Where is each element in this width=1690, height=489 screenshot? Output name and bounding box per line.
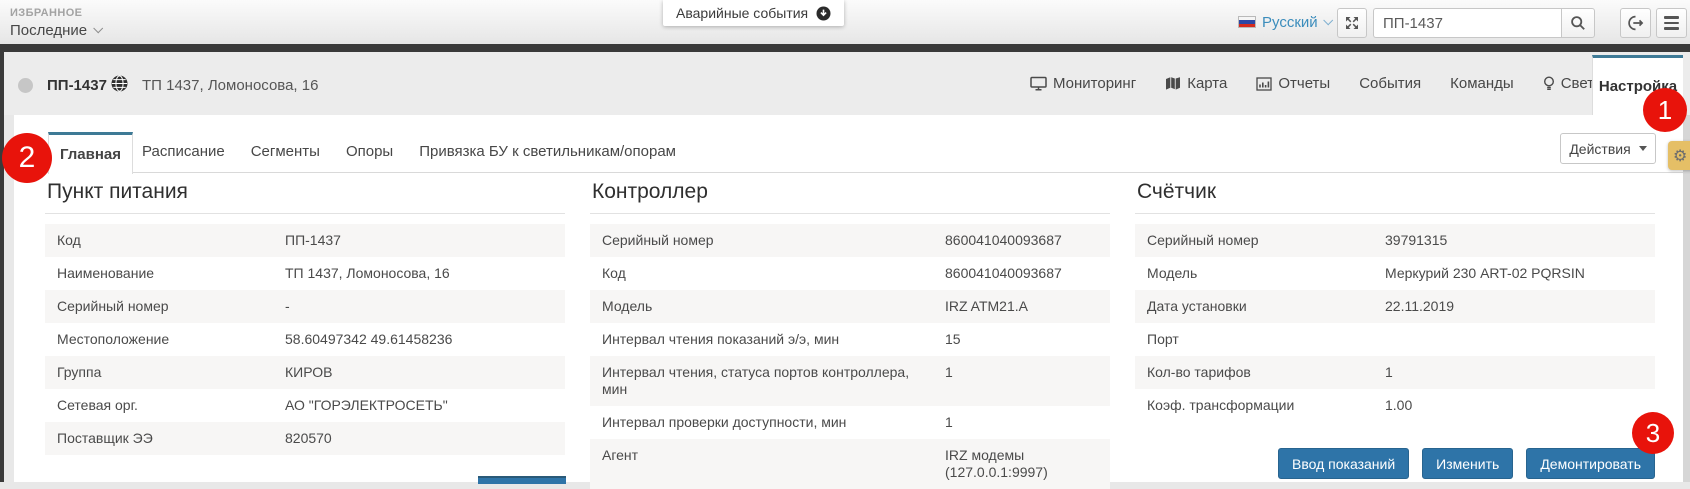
table-row: Серийный номер - [45,290,565,323]
topbar: ИЗБРАННОЕ Последние Аварийные события Ру… [0,0,1690,44]
tab-schedule[interactable]: Расписание [142,143,225,160]
table-row: Серийный номер 39791315 [1135,224,1655,257]
tab-segments[interactable]: Сегменты [251,143,320,160]
dismantle-button[interactable]: Демонтировать [1526,448,1655,479]
settings-gear-button[interactable]: ⚙ [1668,141,1690,170]
favorites-label: ИЗБРАННОЕ [10,7,101,19]
nav-map[interactable]: Карта [1165,75,1227,92]
alarm-events-popup[interactable]: Аварийные события [663,0,844,26]
favorites-block: ИЗБРАННОЕ Последние [10,7,101,39]
nav-reports[interactable]: Отчеты [1256,75,1330,92]
lightbulb-icon [1543,76,1555,92]
caret-down-icon [1639,146,1647,151]
section-controller: Контроллер Серийный номер 86004104009368… [590,180,1110,489]
menu-button[interactable] [1656,8,1687,38]
table-row: Поставщик ЭЭ 820570 [45,422,565,455]
top-divider-strip [0,44,1690,52]
settings-tabs-row: Главная Расписание Сегменты Опоры Привяз… [14,115,1683,173]
step-badge-1: 1 [1643,88,1687,132]
table-row: Кол-во тарифов 1 [1135,356,1655,389]
edit-button-clipped[interactable] [478,476,566,484]
step-badge-2: 2 [2,133,52,183]
circle-arrow-down-icon [816,6,831,21]
tab-binding[interactable]: Привязка БУ к светильникам/опорам [419,143,676,160]
fullscreen-button[interactable] [1337,8,1367,38]
report-chart-icon [1256,77,1272,91]
step-badge-3: 3 [1632,412,1674,454]
chevron-down-icon [93,23,103,33]
russian-flag-icon [1238,16,1256,28]
table-row: Интервал чтения показаний э/э, мин 15 [590,323,1110,356]
expand-arrows-icon [1344,15,1360,31]
language-label: Русский [1262,14,1318,31]
gear-icon: ⚙ [1673,148,1687,164]
search-button[interactable] [1561,8,1595,38]
section-title: Контроллер [590,180,1110,214]
nav-commands[interactable]: Команды [1450,75,1514,92]
chevron-down-icon [1323,15,1333,25]
table-row: Интервал проверки доступности, мин 1 [590,406,1110,439]
left-edge-rail [0,52,4,482]
status-dot [18,78,33,93]
hamburger-icon [1664,16,1679,18]
table-row: Серийный номер 860041040093687 [590,224,1110,257]
table-row: Дата установки 22.11.2019 [1135,290,1655,323]
table-row: Модель IRZ ATM21.A [590,290,1110,323]
search-group [1373,8,1595,38]
logout-button[interactable] [1620,8,1651,38]
section-meter: Счётчик Серийный номер 39791315 Модель М… [1135,180,1655,479]
monitor-icon [1030,76,1047,91]
object-address: ТП 1437, Ломоносова, 16 [142,77,318,94]
recent-label: Последние [10,22,87,39]
search-icon [1570,15,1586,31]
table-row: Интервал чтения, статуса портов контролл… [590,356,1110,406]
alarm-events-label: Аварийные события [676,5,808,21]
edit-button[interactable]: Изменить [1422,448,1513,479]
section-title: Счётчик [1135,180,1655,214]
sign-out-icon [1627,15,1644,31]
tab-main[interactable]: Главная [48,132,133,174]
object-nav: Мониторинг Карта Отчеты События Команды … [1030,52,1651,115]
table-row: Местоположение 58.60497342 49.61458236 [45,323,565,356]
nav-monitoring[interactable]: Мониторинг [1030,75,1136,92]
object-code: ПП-1437 [47,77,107,94]
recent-dropdown[interactable]: Последние [10,22,101,39]
actions-dropdown-button[interactable]: Действия [1560,133,1656,164]
table-row: Порт [1135,323,1655,356]
nav-events[interactable]: События [1359,75,1421,92]
tab-poles[interactable]: Опоры [346,143,393,160]
table-row: Сетевая орг. АО "ГОРЭЛЕКТРОСЕТЬ" [45,389,565,422]
table-row: Модель Меркурий 230 ART-02 PQRSIN [1135,257,1655,290]
section-power-point: Пункт питания Код ПП-1437 Наименование Т… [45,180,565,455]
globe-icon[interactable] [111,75,128,92]
search-input[interactable] [1373,8,1561,38]
table-row: Код ПП-1437 [45,224,565,257]
language-selector[interactable]: Русский [1238,0,1331,44]
map-icon [1165,76,1181,91]
table-row: Коэф. трансформации 1.00 [1135,389,1655,422]
table-row: Код 860041040093687 [590,257,1110,290]
table-row: Группа КИРОВ [45,356,565,389]
table-row: Наименование ТП 1437, Ломоносова, 16 [45,257,565,290]
object-header: ПП-1437 ТП 1437, Ломоносова, 16 Монитори… [4,52,1690,115]
enter-readings-button[interactable]: Ввод показаний [1278,448,1409,479]
section-title: Пункт питания [45,180,565,214]
